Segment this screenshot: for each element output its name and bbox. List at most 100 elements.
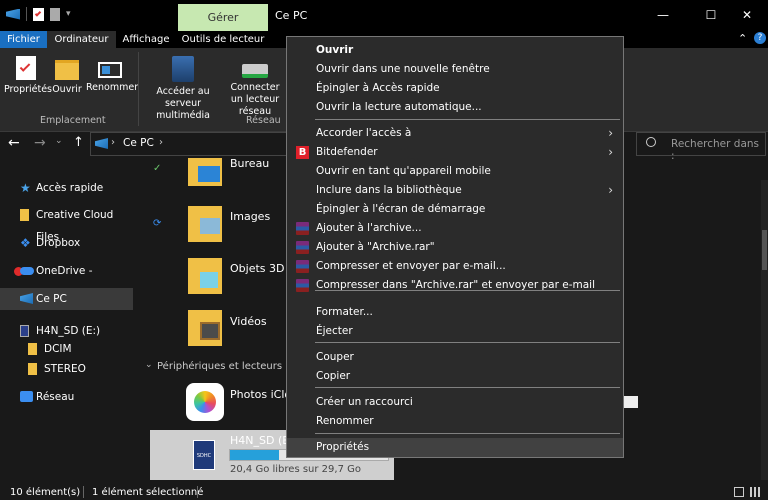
- menu-item-label: Compresser dans "Archive.rar" et envoyer…: [316, 279, 595, 291]
- menu-separator: [315, 290, 620, 291]
- folder-name-bureau[interactable]: Bureau: [230, 157, 269, 170]
- sidebar-item-creative-cloud[interactable]: Creative Cloud Files: [0, 204, 133, 243]
- sidebar-item-ce-pc[interactable]: Ce PC: [0, 288, 133, 310]
- menu-item-ouvrir[interactable]: Ouvrir: [287, 41, 623, 60]
- tab-fichier[interactable]: Fichier: [0, 31, 47, 48]
- map-network-drive-label: Connecter un lecteur réseau: [230, 82, 280, 117]
- submenu-chevron-icon: ›: [608, 126, 613, 140]
- menu-item-label: Ouvrir en tant qu'appareil mobile: [316, 165, 491, 177]
- folder-name-videos[interactable]: Vidéos: [230, 315, 267, 328]
- breadcrumb-chevron-icon: ›: [159, 137, 163, 148]
- folder-name-images[interactable]: Images: [230, 210, 270, 223]
- tab-affichage[interactable]: Affichage: [116, 31, 176, 48]
- minimize-button[interactable]: —: [640, 0, 686, 31]
- menu-item-copier[interactable]: Copier: [287, 367, 623, 386]
- sd-card-icon: [20, 325, 29, 337]
- menu-item-ouvrir-la-lecture-automatique[interactable]: Ouvrir la lecture automatique...: [287, 98, 623, 117]
- sidebar-item-onedrive[interactable]: OneDrive - Personal: [0, 260, 133, 299]
- collapse-ribbon-icon[interactable]: ⌃: [738, 32, 747, 45]
- menu-item-label: Renommer: [316, 415, 374, 427]
- menu-item-label: Épingler à Accès rapide: [316, 82, 440, 94]
- submenu-chevron-icon: ›: [608, 183, 613, 197]
- close-button[interactable]: ✕: [724, 0, 768, 31]
- onedrive-cloud-icon: [20, 267, 34, 275]
- chevron-down-icon[interactable]: ▾: [66, 9, 71, 19]
- breadcrumb-chevron-icon: ›: [111, 137, 115, 148]
- menu-item-formater[interactable]: Formater...: [287, 303, 623, 322]
- scrollbar[interactable]: [761, 180, 768, 480]
- menu-item-label: Ajouter à "Archive.rar": [316, 241, 435, 253]
- rename-button[interactable]: Renommer: [86, 56, 138, 94]
- sidebar-item-dcim[interactable]: DCIM: [0, 338, 133, 360]
- menu-item-label: Ouvrir: [316, 44, 354, 56]
- drive-usage-fill: [230, 450, 279, 460]
- properties-button[interactable]: Propriétés: [4, 56, 52, 96]
- menu-item-ejecter[interactable]: Éjecter: [287, 322, 623, 341]
- chevron-down-icon[interactable]: ⌄: [145, 360, 153, 370]
- selection-count: 1 élément sélectionné: [92, 487, 204, 498]
- menu-item-label: Épingler à l'écran de démarrage: [316, 203, 486, 215]
- status-divider: [197, 486, 198, 498]
- section-header-devices[interactable]: Périphériques et lecteurs (3): [157, 361, 299, 372]
- menu-separator: [315, 433, 620, 434]
- menu-item-compresser-et-envoyer-par-e-mail[interactable]: Compresser et envoyer par e-mail...: [287, 257, 623, 276]
- address-bar[interactable]: › Ce PC ›: [90, 132, 290, 156]
- help-icon[interactable]: ?: [754, 32, 766, 44]
- network-icon: [20, 391, 33, 402]
- photos-icloud-icon: [186, 383, 224, 421]
- back-arrow-icon[interactable]: ←: [8, 135, 20, 151]
- properties-check-icon[interactable]: [33, 7, 44, 21]
- large-icons-view-icon[interactable]: [750, 487, 760, 497]
- menu-item-creer-un-raccourci[interactable]: Créer un raccourci: [287, 393, 623, 412]
- open-button[interactable]: Ouvrir: [52, 56, 82, 96]
- menu-item-compresser-dans-archive-rar-et-envoyer-par-e-mail[interactable]: Compresser dans "Archive.rar" et envoyer…: [287, 276, 623, 295]
- menu-item-couper[interactable]: Couper: [287, 348, 623, 367]
- map-network-drive-button[interactable]: Connecter un lecteur réseau: [224, 56, 286, 118]
- search-icon: [646, 137, 656, 147]
- menu-item-bitdefender[interactable]: B Bitdefender ›: [287, 143, 623, 162]
- media-server-button[interactable]: Accéder au serveur multimédia: [142, 56, 224, 122]
- menu-item-ajouter-a-archive-rar[interactable]: Ajouter à "Archive.rar": [287, 238, 623, 257]
- menu-separator: [315, 387, 620, 388]
- window-title: Ce PC: [275, 9, 308, 22]
- menu-item-ouvrir-dans-une-nouvelle-fenetre[interactable]: Ouvrir dans une nouvelle fenêtre: [287, 60, 623, 79]
- recent-locations-icon[interactable]: ⌄: [55, 136, 63, 146]
- tab-outils-de-lecteur[interactable]: Outils de lecteur: [177, 31, 269, 48]
- folder-name-objets-3d[interactable]: Objets 3D: [230, 262, 284, 275]
- explorer-icon[interactable]: [6, 8, 20, 20]
- menu-item-label: Bitdefender: [316, 146, 378, 158]
- scrollbar-thumb[interactable]: [622, 396, 638, 408]
- menu-item-label: Copier: [316, 370, 351, 382]
- menu-item-renommer[interactable]: Renommer: [287, 412, 623, 431]
- sidebar-item-reseau[interactable]: Réseau: [0, 386, 133, 408]
- sidebar-item-dropbox[interactable]: ❖ Dropbox: [0, 232, 133, 254]
- up-arrow-icon[interactable]: ↑: [73, 135, 84, 150]
- menu-item-ouvrir-en-tant-qu-appareil-mobile[interactable]: Ouvrir en tant qu'appareil mobile: [287, 162, 623, 181]
- menu-item-ajouter-a-l-archive[interactable]: Ajouter à l'archive...: [287, 219, 623, 238]
- menu-item-label: Couper: [316, 351, 354, 363]
- sidebar-item-acces-rapide[interactable]: ★ Accès rapide: [0, 177, 133, 199]
- menu-item-proprietes[interactable]: Propriétés: [287, 438, 623, 457]
- winrar-icon: [296, 279, 309, 292]
- menu-item-epingler-a-l-ecran-de-demarrage[interactable]: Épingler à l'écran de démarrage: [287, 200, 623, 219]
- sidebar-item-stereo[interactable]: STEREO: [0, 358, 133, 380]
- this-pc-icon: [20, 293, 33, 304]
- tab-ordinateur[interactable]: Ordinateur: [47, 31, 116, 48]
- menu-item-accorder-l-acces-a[interactable]: Accorder l'accès à ›: [287, 124, 623, 143]
- breadcrumb-this-pc[interactable]: Ce PC: [123, 137, 154, 149]
- drive-free-space: 20,4 Go libres sur 29,7 Go: [230, 464, 361, 475]
- search-box[interactable]: Rechercher dans :: [636, 132, 766, 162]
- media-server-icon: [172, 56, 194, 82]
- sidebar-item-label: Dropbox: [36, 237, 81, 249]
- folder-icon: [28, 343, 37, 355]
- new-folder-icon[interactable]: [50, 7, 60, 21]
- details-view-icon[interactable]: [734, 487, 744, 497]
- rename-icon: [98, 62, 122, 78]
- menu-item-epingler-a-acces-rapide[interactable]: Épingler à Accès rapide: [287, 79, 623, 98]
- manage-context-tab[interactable]: Gérer: [178, 4, 268, 31]
- search-input[interactable]: Rechercher dans :: [671, 138, 765, 162]
- folder-open-icon: [55, 60, 79, 80]
- menu-item-inclure-dans-la-bibliotheque[interactable]: Inclure dans la bibliothèque ›: [287, 181, 623, 200]
- folder-icon: [28, 363, 37, 375]
- forward-arrow-icon[interactable]: →: [34, 135, 46, 151]
